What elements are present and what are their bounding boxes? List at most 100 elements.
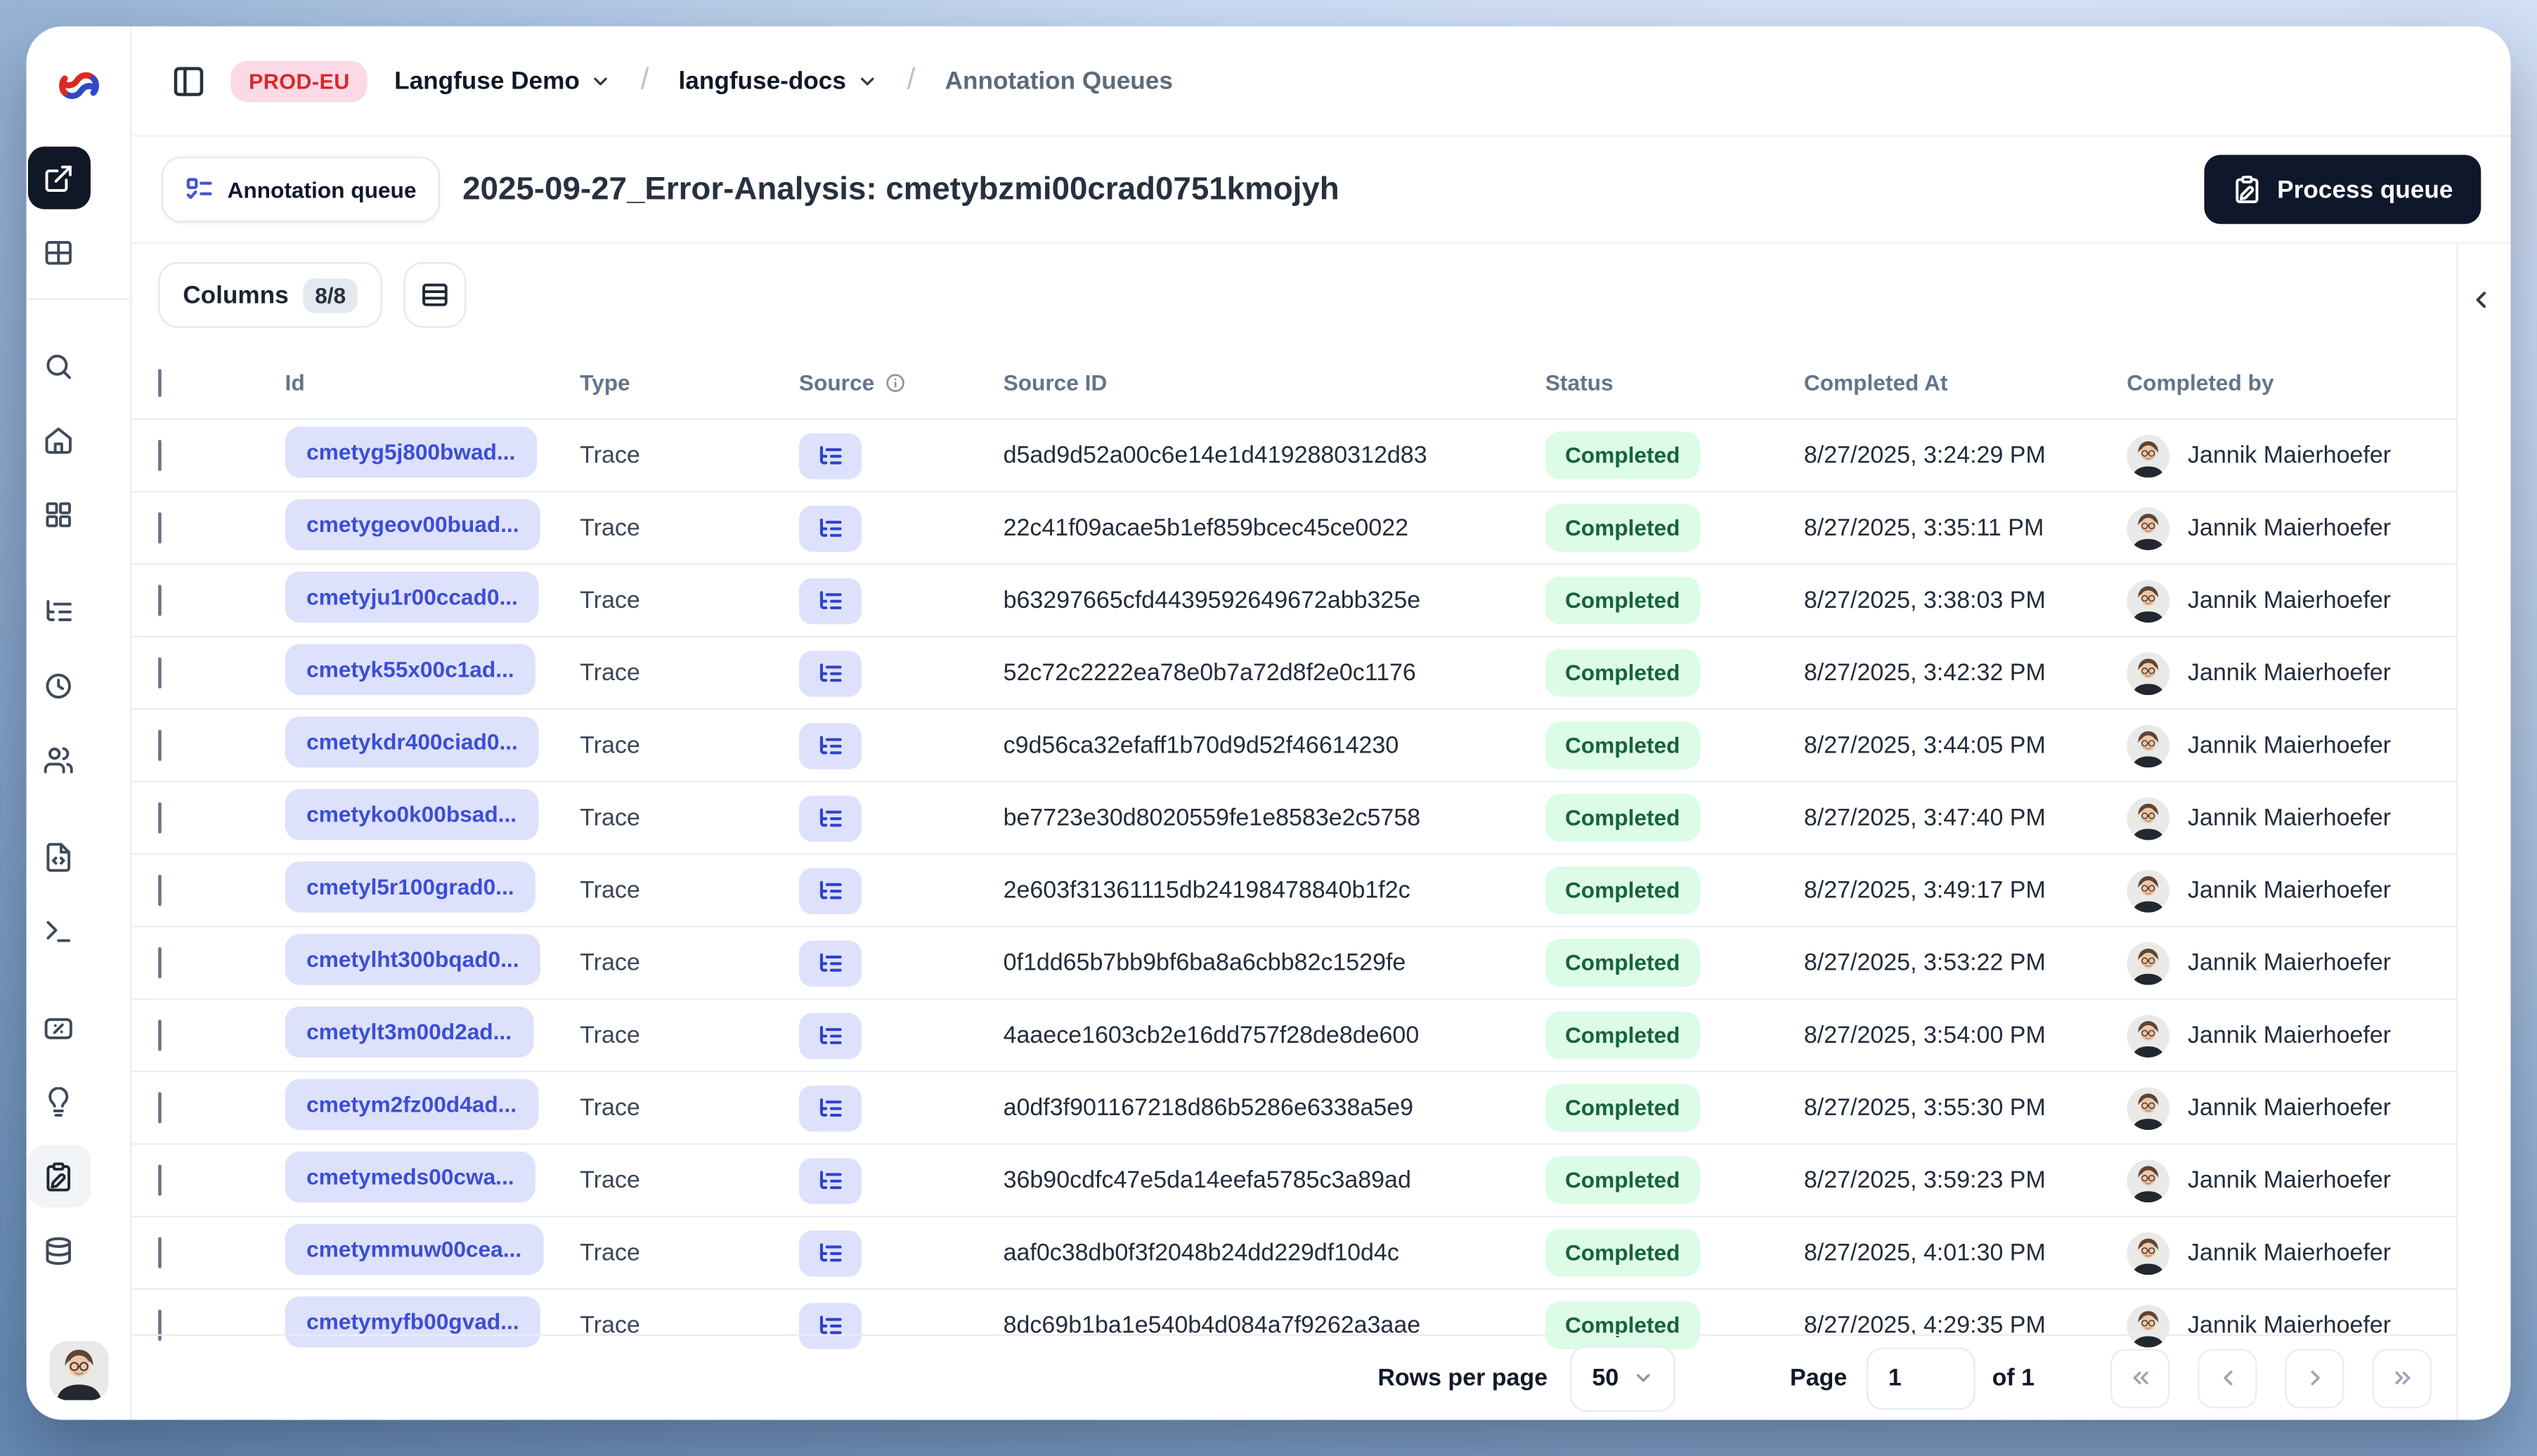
item-id-link[interactable]: cmetylht300bqad0... <box>285 932 541 984</box>
row-checkbox[interactable] <box>158 1236 162 1268</box>
row-checkbox[interactable] <box>158 801 162 833</box>
next-page-button[interactable] <box>2285 1348 2344 1408</box>
completed-at: 8/27/2025, 3:44:05 PM <box>1803 732 2046 759</box>
dashboard-icon[interactable] <box>27 483 90 545</box>
column-header-id[interactable]: Id <box>285 370 580 394</box>
item-id-link[interactable]: cmetymeds00cwa... <box>285 1150 536 1202</box>
column-header-status[interactable]: Status <box>1545 370 1804 394</box>
table-row[interactable]: cmetyg5j800bwad... Trace d5ad9d52a00c6e1… <box>131 418 2457 490</box>
source-id: 36b90cdfc47e5da14eefa5785c3a89ad <box>1003 1166 1411 1194</box>
row-checkbox[interactable] <box>158 1091 162 1123</box>
column-header-source[interactable]: Source <box>799 370 1004 394</box>
terminal-icon[interactable] <box>27 899 90 962</box>
item-id-link[interactable]: cmetygeov00buad... <box>285 498 541 550</box>
org-switcher[interactable]: Langfuse Demo <box>394 67 611 95</box>
status-badge: Completed <box>1545 1228 1700 1277</box>
chevron-down-icon <box>593 77 607 85</box>
item-id-link[interactable]: cmetymmuw00cea... <box>285 1223 543 1275</box>
item-id-link[interactable]: cmetyk55x00c1ad... <box>285 643 536 695</box>
previous-page-button[interactable] <box>2198 1348 2257 1408</box>
trace-source-chip <box>798 1084 862 1131</box>
user-avatar[interactable] <box>48 1341 108 1400</box>
row-checkbox[interactable] <box>158 1164 162 1195</box>
table-row[interactable]: cmetyk55x00c1ad... Trace 52c72c2222ea78e… <box>131 635 2457 708</box>
rows-per-page-select[interactable]: 50 <box>1570 1345 1675 1411</box>
external-link-icon[interactable] <box>27 146 90 209</box>
trace-source-chip <box>798 1157 862 1204</box>
table-row[interactable]: cmetygeov00buad... Trace 22c41f09acae5b1… <box>131 490 2457 564</box>
process-queue-button[interactable]: Process queue <box>2205 155 2481 224</box>
source-id: d5ad9d52a00c6e14e1d4192880312d83 <box>1003 442 1427 469</box>
search-icon[interactable] <box>27 334 90 397</box>
row-checkbox[interactable] <box>158 873 162 906</box>
first-page-button[interactable] <box>2110 1348 2170 1408</box>
lightbulb-icon[interactable] <box>27 1071 90 1133</box>
completed-by-name: Jannik Maierhoefer <box>2188 1239 2392 1266</box>
completed-at: 8/27/2025, 3:42:32 PM <box>1803 659 2046 687</box>
row-checkbox[interactable] <box>158 946 162 978</box>
project-switcher[interactable]: langfuse-docs <box>679 67 878 95</box>
column-header-source-id[interactable]: Source ID <box>1004 370 1545 394</box>
column-header-completed-at[interactable]: Completed At <box>1804 370 2127 394</box>
item-id-link[interactable]: cmetym2fz00d4ad... <box>285 1078 538 1129</box>
users-icon[interactable] <box>27 728 90 791</box>
row-checkbox[interactable] <box>158 656 162 688</box>
status-badge: Completed <box>1545 721 1700 769</box>
trace-tree-icon <box>819 517 842 536</box>
row-checkbox[interactable] <box>158 729 162 760</box>
row-checkbox[interactable] <box>158 511 162 543</box>
item-id-link[interactable]: cmetykdr400ciad0... <box>285 715 540 767</box>
select-all-checkbox[interactable] <box>158 368 162 396</box>
column-header-completed-by[interactable]: Completed by <box>2127 370 2456 394</box>
table-row[interactable]: cmetyl5r100grad0... Trace 2e603f31361115… <box>131 853 2457 925</box>
page-label: Page <box>1790 1365 1848 1391</box>
table-row[interactable]: cmetykdr400ciad0... Trace c9d56ca32efaff… <box>131 708 2457 781</box>
trace-tree-icon <box>819 1242 842 1261</box>
annotation-queues-icon[interactable] <box>27 1145 90 1208</box>
trace-tree-icon <box>819 952 842 971</box>
row-checkbox[interactable] <box>158 584 162 616</box>
sidebar-toggle-icon[interactable] <box>162 54 214 107</box>
trace-tree-icon[interactable] <box>27 580 90 642</box>
columns-button[interactable]: Columns 8/8 <box>158 261 382 328</box>
table-row[interactable]: cmetylt3m00d2ad... Trace 4aaece1603cb2e1… <box>131 998 2457 1071</box>
trace-tree-icon <box>819 807 842 826</box>
item-type: Trace <box>580 805 640 831</box>
table-row[interactable]: cmetyko0k00bsad... Trace be7723e30d80205… <box>131 781 2457 853</box>
completed-by-name: Jannik Maierhoefer <box>2188 1166 2392 1194</box>
item-id-link[interactable]: cmetyl5r100grad0... <box>285 860 536 912</box>
content-region: Columns 8/8 Id Type Source Source ID Sta… <box>131 242 2511 1420</box>
clock-icon[interactable] <box>27 654 90 717</box>
row-checkbox[interactable] <box>158 438 162 471</box>
completed-by-name: Jannik Maierhoefer <box>2188 514 2392 542</box>
item-id-link[interactable]: cmetyju1r00ccad0... <box>285 571 540 622</box>
chevrons-left-icon <box>2132 1371 2148 1384</box>
percent-icon[interactable] <box>27 996 90 1059</box>
info-icon <box>885 373 904 391</box>
row-height-button[interactable] <box>403 261 467 328</box>
completed-by-avatar <box>2127 651 2170 695</box>
table-row[interactable]: cmetyju1r00ccad0... Trace b63297665cfd44… <box>131 563 2457 636</box>
table-row[interactable]: cmetymeds00cwa... Trace 36b90cdfc47e5da1… <box>131 1143 2457 1216</box>
trace-tree-icon <box>819 663 842 681</box>
last-page-button[interactable] <box>2372 1348 2432 1408</box>
item-id-link[interactable]: cmetylt3m00d2ad... <box>285 1006 533 1057</box>
chevron-right-icon <box>2310 1370 2319 1386</box>
expand-panel-button[interactable] <box>2468 287 2501 320</box>
completed-by-name: Jannik Maierhoefer <box>2188 949 2392 976</box>
database-icon[interactable] <box>27 1219 90 1282</box>
file-code-icon[interactable] <box>27 825 90 888</box>
table-icon[interactable] <box>27 221 90 283</box>
pagination-controls <box>2110 1348 2432 1408</box>
item-type: Trace <box>580 1166 640 1194</box>
home-icon[interactable] <box>27 408 90 471</box>
table-row[interactable]: cmetym2fz00d4ad... Trace a0df3f901167218… <box>131 1070 2457 1143</box>
table-row[interactable]: cmetylht300bqad0... Trace 0f1dd65b7bb9bf… <box>131 925 2457 998</box>
item-id-link[interactable]: cmetyko0k00bsad... <box>285 788 538 840</box>
item-id-link[interactable]: cmetyg5j800bwad... <box>285 425 537 477</box>
table-row[interactable]: cmetymmuw00cea... Trace aaf0c38db0f3f204… <box>131 1215 2457 1288</box>
source-id: 4aaece1603cb2e16dd757f28de8de600 <box>1003 1022 1420 1049</box>
page-number-input[interactable] <box>1867 1346 1976 1410</box>
column-header-type[interactable]: Type <box>580 370 799 394</box>
row-checkbox[interactable] <box>158 1018 162 1051</box>
